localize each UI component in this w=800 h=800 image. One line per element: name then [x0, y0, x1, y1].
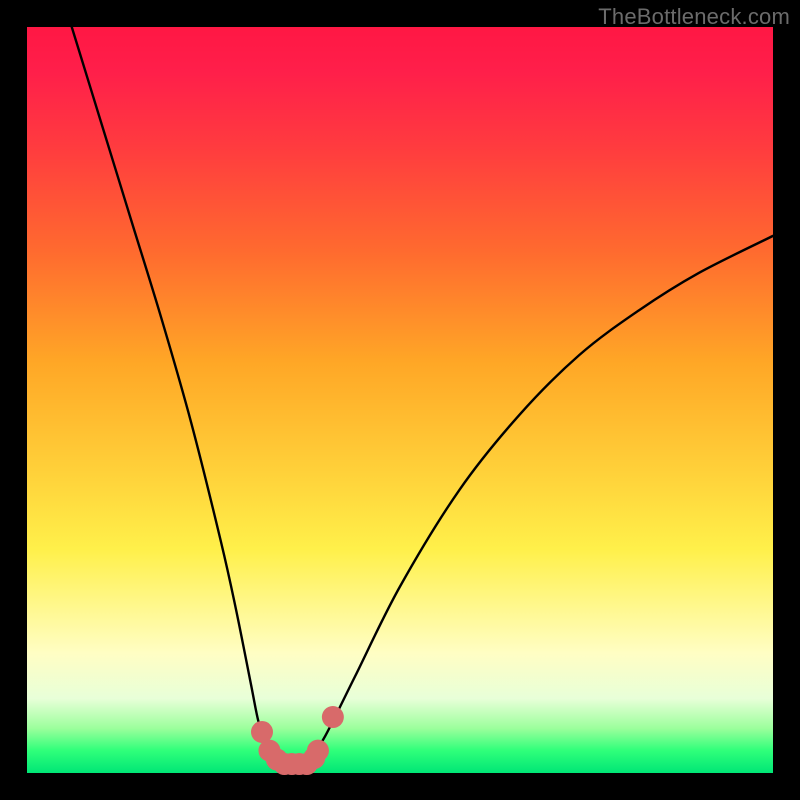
curve-layer [27, 27, 773, 773]
highlight-dot [307, 740, 329, 762]
bottleneck-curve [72, 27, 773, 766]
highlight-dots [251, 706, 344, 775]
plot-area [27, 27, 773, 773]
chart-frame: TheBottleneck.com [0, 0, 800, 800]
highlight-dot [322, 706, 344, 728]
